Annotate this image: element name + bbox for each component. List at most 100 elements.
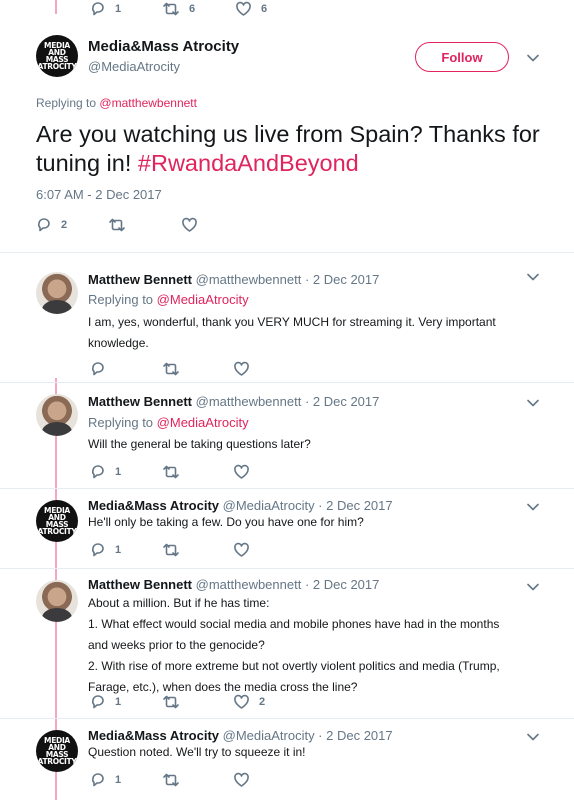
top-reply-count: 1 — [115, 3, 122, 15]
heart-icon — [234, 694, 249, 709]
like-action[interactable] — [233, 542, 250, 558]
reply-count: 1 — [115, 696, 122, 708]
reply-meta[interactable]: @MediaAtrocity · 2 Dec 2017 — [223, 728, 393, 743]
replying-to: Replying to @MediaAtrocity — [88, 292, 249, 307]
author-name[interactable]: Media&Mass Atrocity — [88, 498, 219, 513]
author-name[interactable]: Media&Mass Atrocity — [88, 38, 239, 55]
reply-icon — [91, 773, 104, 787]
retweet-action[interactable] — [162, 694, 180, 710]
reply-action[interactable]: 1 — [90, 772, 121, 788]
heart-icon — [234, 464, 249, 479]
top-like-count: 6 — [261, 3, 268, 15]
heart-icon — [182, 217, 197, 232]
reply-header: Matthew Bennett @matthewbennett · 2 Dec … — [88, 394, 379, 409]
reply-meta[interactable]: @matthewbennett · 2 Dec 2017 — [196, 394, 380, 409]
reply-header: Matthew Bennett @matthewbennett · 2 Dec … — [88, 577, 379, 592]
thread-line-top — [55, 0, 57, 14]
follow-label: Follow — [441, 49, 483, 65]
avatar[interactable]: MEDIA AND MASS ATROCITY — [36, 35, 78, 77]
retweet-action[interactable] — [162, 772, 180, 788]
reply-header: Matthew Bennett @matthewbennett · 2 Dec … — [88, 272, 379, 287]
heart-icon — [234, 772, 249, 787]
retweet-icon — [163, 465, 179, 479]
replying-to: Replying to @MediaAtrocity — [88, 415, 249, 430]
reply-icon — [91, 695, 104, 709]
avatar[interactable] — [36, 580, 78, 622]
author-name[interactable]: Matthew Bennett — [88, 577, 192, 592]
reply-meta[interactable]: @matthewbennett · 2 Dec 2017 — [196, 577, 380, 592]
top-reply-action[interactable]: 1 — [90, 1, 121, 17]
retweet-icon — [109, 218, 125, 232]
top-like-action[interactable]: 6 — [235, 1, 267, 17]
retweet-icon — [163, 362, 179, 376]
tweet-text: Are you watching us live from Spain? Tha… — [36, 121, 540, 176]
reply-text: I am, yes, wonderful, thank you VERY MUC… — [88, 315, 496, 350]
reply-header: Media&Mass Atrocity @MediaAtrocity · 2 D… — [88, 728, 393, 743]
top-retweet-count: 6 — [189, 3, 196, 15]
avatar[interactable]: MEDIA AND MASS ATROCITY — [36, 730, 78, 772]
retweet-icon — [163, 773, 179, 787]
replying-to: Replying to @matthewbennett — [36, 96, 197, 110]
follow-button[interactable]: Follow — [415, 42, 509, 72]
replying-to-handle[interactable]: @matthewbennett — [99, 96, 197, 110]
author-name[interactable]: Media&Mass Atrocity — [88, 728, 219, 743]
author-name[interactable]: Matthew Bennett — [88, 272, 192, 287]
avatar[interactable] — [36, 394, 78, 436]
reply-icon — [91, 465, 104, 479]
replying-to-handle[interactable]: @MediaAtrocity — [157, 415, 249, 430]
reply-text: He'll only be taking a few. Do you have … — [88, 515, 364, 529]
chevron-down-icon[interactable] — [526, 272, 540, 282]
heart-icon — [236, 1, 251, 16]
replying-to-handle[interactable]: @MediaAtrocity — [157, 292, 249, 307]
retweet-icon — [163, 2, 179, 16]
reply-text: Question noted. We'll try to squeeze it … — [88, 745, 306, 759]
reply-meta[interactable]: @MediaAtrocity · 2 Dec 2017 — [223, 498, 393, 513]
reply-count: 1 — [115, 544, 122, 556]
divider — [0, 488, 574, 489]
like-action[interactable] — [233, 772, 250, 788]
author-handle[interactable]: @MediaAtrocity — [88, 59, 180, 74]
retweet-icon — [163, 695, 179, 709]
retweet-action[interactable] — [108, 217, 126, 233]
reply-icon — [91, 543, 104, 557]
divider — [0, 568, 574, 569]
retweet-action[interactable] — [162, 464, 180, 480]
author-name[interactable]: Matthew Bennett — [88, 394, 192, 409]
like-action[interactable] — [233, 464, 250, 480]
heart-icon — [234, 542, 249, 557]
chevron-down-icon[interactable] — [526, 732, 540, 742]
reply-icon — [91, 2, 104, 16]
reply-action[interactable] — [90, 361, 106, 377]
chevron-down-icon[interactable] — [526, 398, 540, 408]
divider — [0, 718, 574, 719]
tweet-timestamp[interactable]: 6:07 AM - 2 Dec 2017 — [36, 187, 162, 202]
top-retweet-action[interactable]: 6 — [162, 1, 195, 17]
reply-icon — [37, 218, 50, 232]
reply-action[interactable]: 1 — [90, 694, 121, 710]
reply-count: 1 — [115, 774, 122, 786]
reply-icon — [91, 362, 104, 376]
chevron-down-icon[interactable] — [526, 502, 540, 512]
divider — [0, 382, 574, 383]
retweet-action[interactable] — [162, 361, 180, 377]
like-action[interactable] — [233, 361, 250, 377]
avatar[interactable] — [36, 272, 78, 314]
hashtag-link[interactable]: #RwandaAndBeyond — [138, 150, 359, 176]
reply-action[interactable]: 1 — [90, 464, 121, 480]
chevron-down-icon[interactable] — [526, 582, 540, 592]
reply-action[interactable]: 2 — [36, 217, 67, 233]
heart-icon — [234, 361, 249, 376]
reply-meta[interactable]: @matthewbennett · 2 Dec 2017 — [196, 272, 380, 287]
reply-header: Media&Mass Atrocity @MediaAtrocity · 2 D… — [88, 498, 393, 513]
avatar[interactable]: MEDIA AND MASS ATROCITY — [36, 500, 78, 542]
retweet-icon — [163, 543, 179, 557]
retweet-action[interactable] — [162, 542, 180, 558]
chevron-down-icon[interactable] — [526, 53, 540, 63]
reply-text: Will the general be taking questions lat… — [88, 437, 311, 451]
reply-count: 2 — [61, 219, 68, 231]
divider — [0, 252, 574, 253]
like-action[interactable] — [181, 217, 198, 233]
reply-count: 1 — [115, 466, 122, 478]
reply-action[interactable]: 1 — [90, 542, 121, 558]
like-action[interactable]: 2 — [233, 694, 265, 710]
